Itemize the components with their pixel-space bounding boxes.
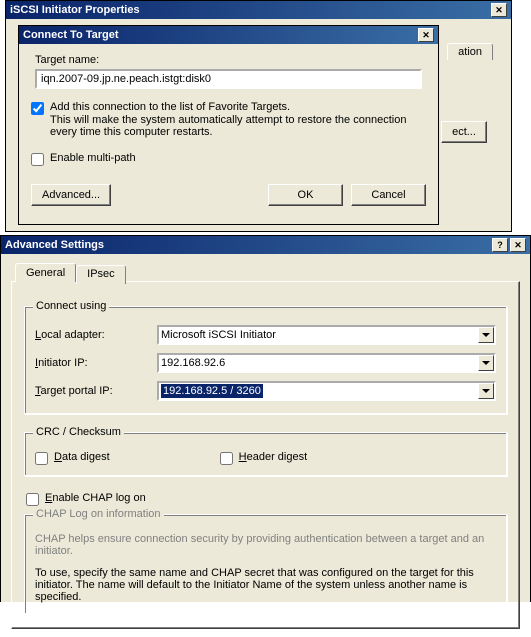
tab-ipsec[interactable]: IPsec <box>76 265 126 284</box>
connect-to-target-close-icon[interactable]: ✕ <box>418 28 434 42</box>
header-digest-label: Header digest <box>239 451 308 463</box>
crc-checksum-legend: CRC / Checksum <box>33 426 124 438</box>
chap-help-line2: To use, specify the same name and CHAP s… <box>35 567 496 603</box>
ok-button[interactable]: OK <box>268 184 343 206</box>
chevron-down-icon[interactable] <box>478 383 494 399</box>
connect-to-target-titlebar: Connect To Target ✕ <box>19 26 438 44</box>
advanced-settings-help-icon[interactable]: ? <box>492 238 508 252</box>
initiator-ip-label: Initiator IP: <box>35 357 157 369</box>
iscsi-properties-title: iSCSI Initiator Properties <box>10 4 140 16</box>
enable-multipath-label: Enable multi-path <box>50 152 426 164</box>
target-name-input[interactable] <box>35 69 422 89</box>
advanced-settings-close-icon[interactable]: ✕ <box>510 238 526 252</box>
data-digest-checkbox[interactable] <box>35 452 48 465</box>
enable-chap-checkbox[interactable] <box>26 493 39 506</box>
cancel-button[interactable]: Cancel <box>351 184 426 206</box>
tabs: General IPsec <box>15 263 520 282</box>
advanced-settings-titlebar: Advanced Settings ? ✕ <box>1 236 530 254</box>
header-digest-checkbox[interactable] <box>220 452 233 465</box>
connect-to-target-window: Connect To Target ✕ Target name: Add thi… <box>18 25 439 225</box>
data-digest-label: Data digest <box>54 451 110 463</box>
iscsi-properties-close-icon[interactable]: ✕ <box>491 3 507 17</box>
target-portal-select[interactable]: 192.168.92.5 / 3260 <box>157 381 496 401</box>
connect-using-legend: Connect using <box>33 300 109 312</box>
favorite-targets-label: Add this connection to the list of Favor… <box>50 101 426 113</box>
general-tab-panel: Connect using Local adapter: Microsoft i… <box>11 281 520 629</box>
target-name-label: Target name: <box>35 54 426 66</box>
crc-checksum-group: CRC / Checksum Data digest Header digest <box>24 432 507 476</box>
connect-to-target-title: Connect To Target <box>23 29 119 41</box>
enable-multipath-checkbox[interactable] <box>31 153 44 166</box>
iscsi-properties-titlebar: iSCSI Initiator Properties ✕ <box>6 1 511 19</box>
chap-logon-group: CHAP Log on information CHAP helps ensur… <box>24 514 507 614</box>
chevron-down-icon[interactable] <box>478 355 494 371</box>
target-portal-label: Target portal IP: <box>35 385 157 397</box>
connect-using-group: Connect using Local adapter: Microsoft i… <box>24 306 507 414</box>
advanced-button[interactable]: Advanced... <box>31 184 111 206</box>
chap-logon-legend: CHAP Log on information <box>33 508 164 520</box>
local-adapter-select[interactable]: Microsoft iSCSI Initiator <box>157 325 496 345</box>
advanced-settings-window: Advanced Settings ? ✕ General IPsec Conn… <box>0 235 531 602</box>
initiator-ip-select[interactable]: 192.168.92.6 <box>157 353 496 373</box>
tab-general[interactable]: General <box>15 263 76 282</box>
favorite-targets-checkbox[interactable] <box>31 102 44 115</box>
background-button-fragment[interactable]: ect... <box>441 121 487 143</box>
chap-help-line1: CHAP helps ensure connection security by… <box>35 533 496 557</box>
local-adapter-label: Local adapter: <box>35 329 157 341</box>
advanced-settings-title: Advanced Settings <box>5 239 104 251</box>
favorite-targets-help: This will make the system automatically … <box>50 114 426 138</box>
background-tab-fragment[interactable]: ation <box>447 43 493 60</box>
chevron-down-icon[interactable] <box>478 327 494 343</box>
enable-chap-label: Enable CHAP log on <box>45 492 146 504</box>
